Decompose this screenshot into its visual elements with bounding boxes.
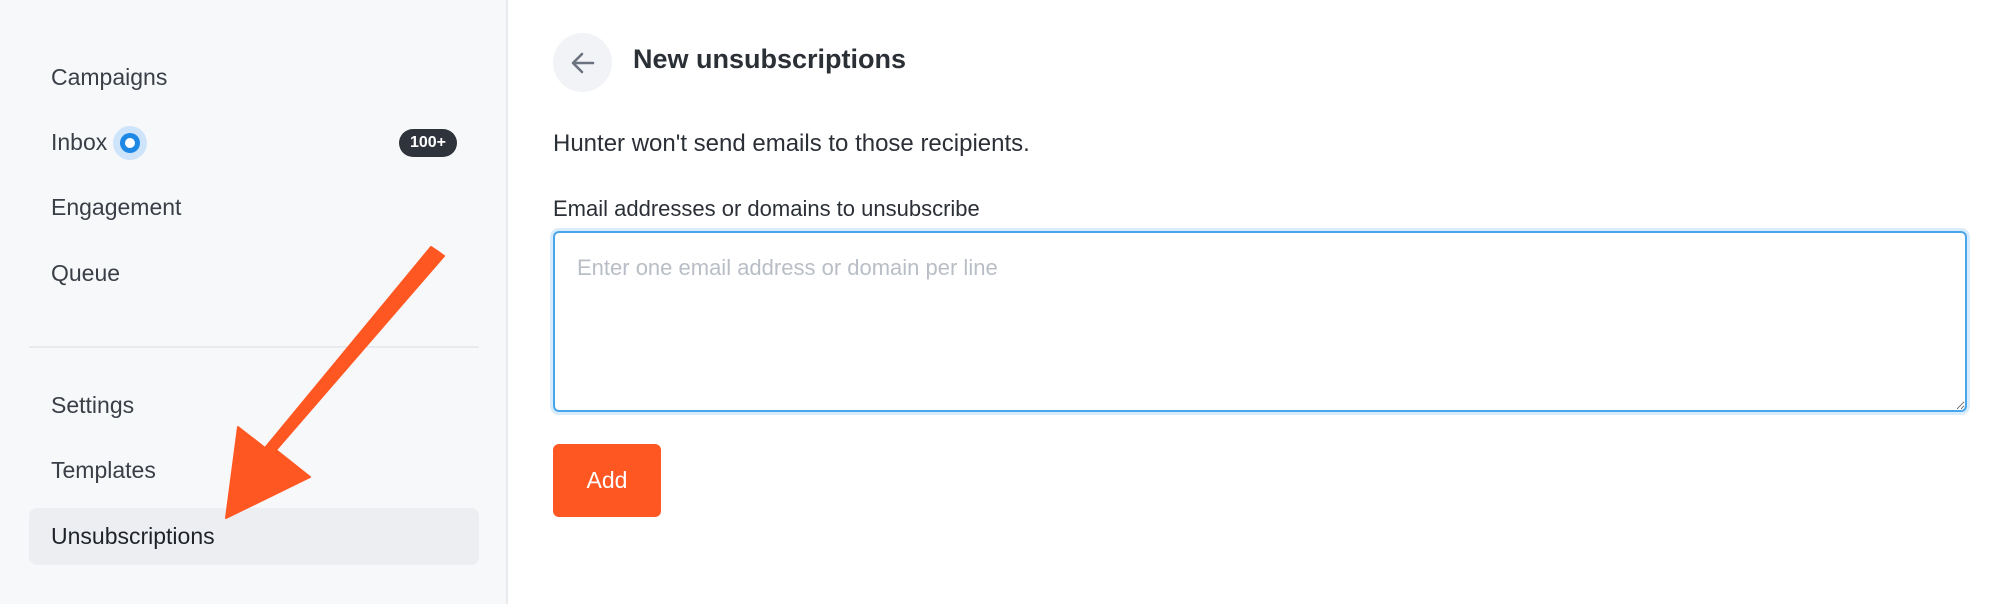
- sidebar-item-label: Settings: [51, 392, 135, 418]
- app-window: Campaigns Inbox 100+ Engagement Queue Se…: [0, 0, 1999, 604]
- inbox-count-badge: 100+: [399, 129, 457, 157]
- sidebar-item-label: Queue: [51, 260, 121, 286]
- unsubscribe-field-label: Email addresses or domains to unsubscrib…: [553, 196, 980, 221]
- sidebar-item-settings[interactable]: Settings: [29, 377, 479, 434]
- sidebar-item-engagement[interactable]: Engagement: [29, 179, 479, 236]
- sidebar-item-label: Unsubscriptions: [51, 523, 215, 549]
- sidebar-item-templates[interactable]: Templates: [29, 442, 479, 499]
- sidebar-item-queue[interactable]: Queue: [29, 245, 479, 302]
- sidebar: Campaigns Inbox 100+ Engagement Queue Se…: [0, 0, 508, 604]
- back-button[interactable]: [553, 33, 612, 92]
- main-content: New unsubscriptions Hunter won't send em…: [553, 0, 1999, 604]
- sidebar-item-label: Engagement: [51, 194, 182, 220]
- sidebar-item-label: Campaigns: [51, 64, 168, 90]
- arrow-left-icon: [571, 52, 594, 73]
- sidebar-item-unsubscriptions[interactable]: Unsubscriptions: [29, 508, 479, 565]
- add-button[interactable]: Add: [553, 444, 661, 517]
- page-description: Hunter won't send emails to those recipi…: [553, 130, 1030, 157]
- sidebar-item-label: Templates: [51, 457, 156, 483]
- page-title: New unsubscriptions: [633, 44, 907, 74]
- sidebar-divider: [29, 346, 479, 348]
- sidebar-item-label: Inbox: [51, 129, 108, 155]
- sidebar-item-campaigns[interactable]: Campaigns: [29, 49, 479, 106]
- live-dot-icon: [113, 125, 148, 160]
- sidebar-item-inbox[interactable]: Inbox 100+: [29, 114, 479, 171]
- unsubscribe-textarea[interactable]: [553, 231, 1967, 412]
